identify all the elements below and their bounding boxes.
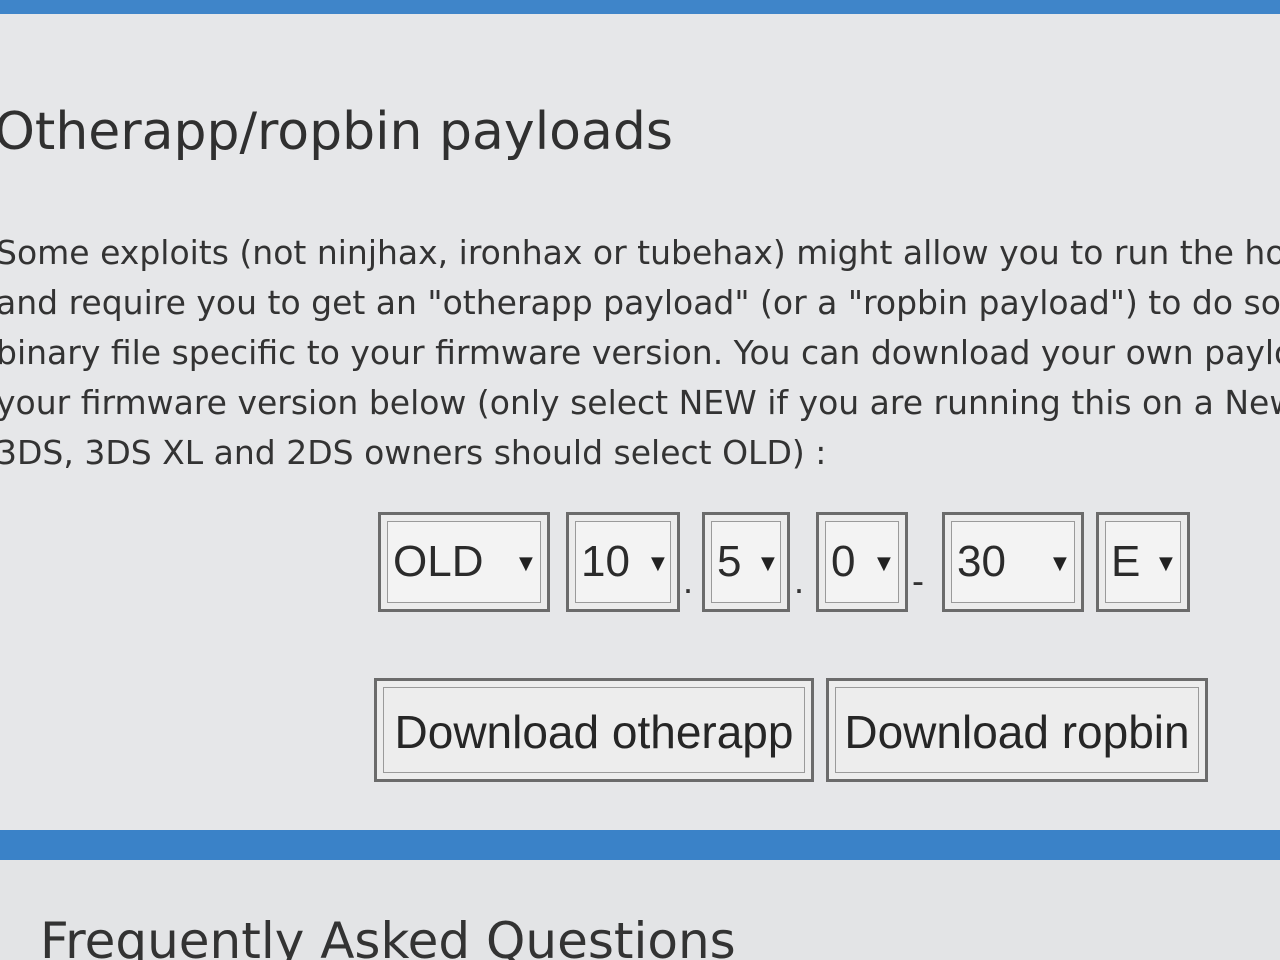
faq-section: Frequently Asked Questions	[0, 860, 1280, 960]
description-line: 3DS, 3DS XL and 2DS owners should select…	[0, 433, 827, 472]
description-line: Some exploits (not ninjhax, ironhax or t…	[0, 233, 1280, 272]
minor-version-select[interactable]: 5 ▼	[702, 512, 790, 612]
chevron-down-icon: ▼	[877, 553, 891, 574]
region-select[interactable]: E ▼	[1096, 512, 1190, 612]
nver-select[interactable]: 30 ▼	[942, 512, 1084, 612]
minor-version-value: 5	[717, 537, 742, 586]
major-version-select[interactable]: 10 ▼	[566, 512, 680, 612]
description-line: binary file specific to your firmware ve…	[0, 333, 1280, 372]
description-line: your firmware version below (only select…	[0, 383, 1280, 422]
model-select-value: OLD	[393, 537, 484, 586]
section-title: Otherapp/ropbin payloads	[0, 102, 673, 162]
chevron-down-icon: ▼	[1159, 553, 1173, 574]
revision-select[interactable]: 0 ▼	[816, 512, 908, 612]
section-description: Some exploits (not ninjhax, ironhax or t…	[0, 228, 1280, 478]
page: Otherapp/ropbin payloads Some exploits (…	[0, 0, 1280, 960]
download-ropbin-label: Download ropbin	[844, 706, 1190, 758]
version-separator: -	[912, 560, 924, 601]
download-otherapp-button[interactable]: Download otherapp	[374, 678, 814, 782]
faq-title: Frequently Asked Questions	[40, 912, 736, 960]
top-border	[0, 0, 1280, 14]
download-ropbin-button[interactable]: Download ropbin	[826, 678, 1208, 782]
chevron-down-icon: ▼	[1053, 553, 1067, 574]
chevron-down-icon: ▼	[761, 553, 775, 574]
chevron-down-icon: ▼	[519, 553, 533, 574]
version-separator: .	[794, 560, 805, 601]
nver-value: 30	[957, 537, 1006, 586]
section-divider	[0, 830, 1280, 860]
major-version-value: 10	[581, 537, 630, 586]
chevron-down-icon: ▼	[651, 553, 665, 574]
version-separator: .	[683, 560, 694, 601]
region-value: E	[1111, 537, 1141, 586]
model-select[interactable]: OLD ▼	[378, 512, 550, 612]
revision-value: 0	[831, 537, 856, 586]
download-otherapp-label: Download otherapp	[394, 706, 794, 758]
description-line: and require you to get an "otherapp payl…	[0, 283, 1280, 322]
